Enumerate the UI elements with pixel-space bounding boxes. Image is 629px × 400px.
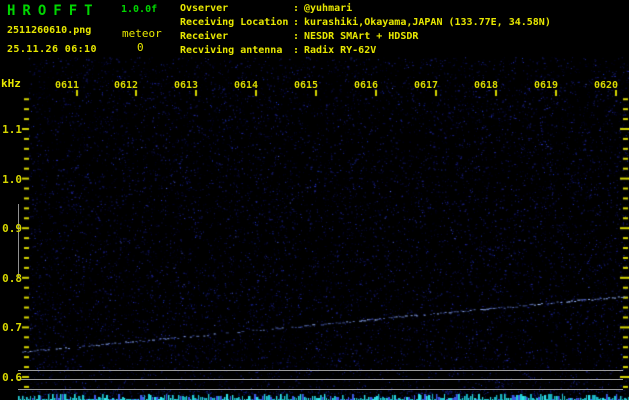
y-axis-unit-label: kHz [1,77,21,90]
output-filename: 2511260610.png [7,25,92,36]
freq-tick-label: 1.0 [2,172,22,186]
time-tick-label: 0619 [533,80,559,91]
freq-tick-label: 1.1 [2,123,22,136]
info-row-0: Ovserver: @yuhmari [180,2,551,16]
time-tick-label: 0620 [593,80,619,91]
observation-datetime: 25.11.26 06:10 [7,44,97,55]
freq-tick-label: 0.7 [2,321,22,335]
info-value: NESDR SMArt + HDSDR [304,31,419,42]
time-tick-label: 0613 [173,80,199,91]
info-value: Radix RY-62V [304,45,377,56]
reference-line [18,379,623,380]
info-value: @yuhmari [304,3,353,14]
info-separator: : [293,45,300,56]
time-tick-label: 0612 [113,80,139,91]
info-label: Receiver [180,31,229,42]
time-tick-label: 0616 [353,80,379,91]
meteor-count-label: meteor [122,27,162,40]
freq-tick-label: 0.9 [2,222,22,236]
meteor-count-value: 0 [137,41,144,54]
app-version: 1.0.0f [121,4,158,15]
info-row-3: Recviving antenna: Radix RY-62V [180,44,551,58]
info-row-2: Receiver: NESDR SMArt + HDSDR [180,30,551,44]
info-label: Receiving Location [180,17,289,28]
station-info-block: Ovserver: @yuhmari Receiving Location: kura… [180,2,551,58]
info-separator: : [293,17,300,28]
time-tick-label: 0617 [413,80,439,91]
app-title: HROFFT [7,3,100,19]
freq-tick-label: 0.6 [2,371,22,384]
hrofft-screen: HROFFT 1.0.0f 2511260610.png meteor 0 25… [0,0,629,400]
spectrogram-canvas [0,0,629,400]
reference-line [18,370,623,371]
time-tick-label: 0618 [473,80,499,91]
info-separator: : [293,31,300,42]
time-tick-label: 0615 [293,80,319,91]
time-tick-label: 0614 [233,80,259,91]
scale-bar [18,204,19,278]
reference-line [18,389,623,390]
info-label: Recviving antenna [180,45,283,56]
time-tick-label: 0611 [54,80,80,91]
freq-tick-label: 0.8 [2,271,22,285]
info-label: Ovserver [180,3,229,14]
info-row-1: Receiving Location: kurashiki,Okayama,JAP… [180,16,551,30]
info-value: kurashiki,Okayama,JAPAN (133.77E, 34.58N… [304,17,551,28]
info-separator: : [293,3,300,14]
